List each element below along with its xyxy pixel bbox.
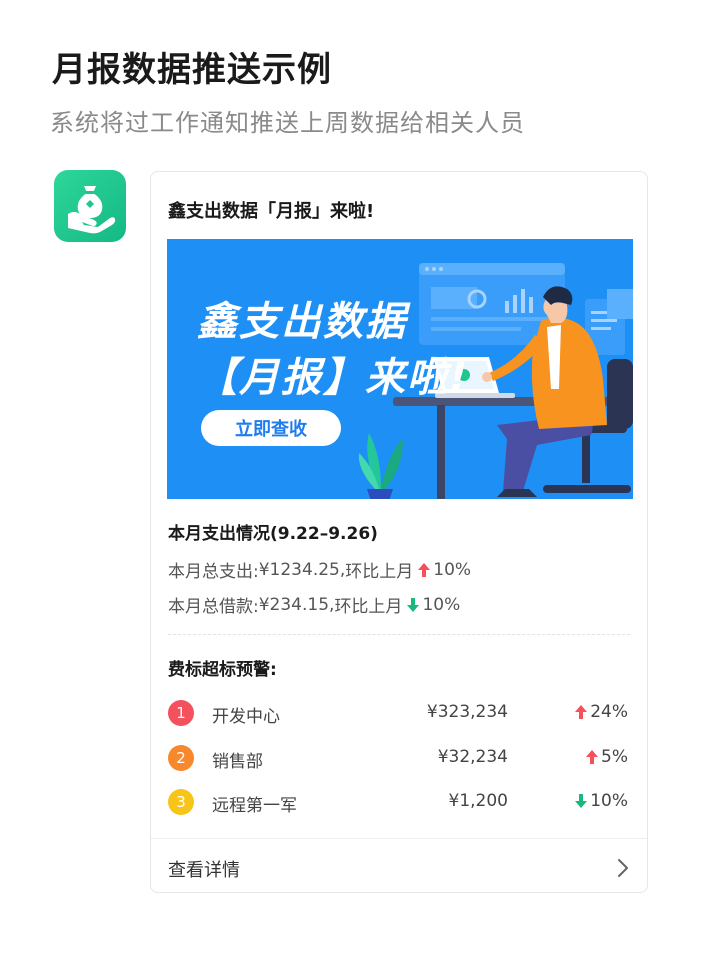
warning-row[interactable]: 3 远程第一军 ¥1,200 10% <box>151 787 649 817</box>
rank-badge: 3 <box>168 789 194 815</box>
warning-row[interactable]: 2 销售部 ¥32,234 5% <box>151 743 649 773</box>
notification-card[interactable]: 鑫支出数据「月报」来啦! 鑫支出数据 【月报】来啦! 立即查收 本月支出情况(9… <box>150 171 648 893</box>
warning-percent: 5% <box>581 747 628 767</box>
claim-now-button[interactable]: 立即查收 <box>201 410 341 446</box>
stat-compare: 环比上月 <box>345 562 414 582</box>
percent-value: 5% <box>601 747 628 767</box>
total-expense-row: 本月总支出: ¥1234.25, 环比上月 10% <box>168 557 472 583</box>
arrow-up-icon <box>575 705 588 719</box>
stat-percent: 10% <box>433 559 472 580</box>
rank-badge: 1 <box>168 700 194 726</box>
warning-percent: 10% <box>570 791 628 811</box>
page-title: 月报数据推送示例 <box>52 50 332 90</box>
warning-percent: 24% <box>570 702 628 722</box>
stat-amount: ¥234.15, <box>258 594 335 615</box>
chevron-right-icon[interactable] <box>617 858 629 878</box>
app-icon[interactable] <box>54 170 126 242</box>
stat-label: 本月总借款: <box>168 597 259 617</box>
overbudget-warning-title: 费标超标预警: <box>168 660 277 680</box>
warning-amount: ¥32,234 <box>437 747 508 767</box>
arrow-up-icon <box>586 750 599 764</box>
department-name: 远程第一军 <box>212 796 297 816</box>
stat-label: 本月总支出: <box>168 562 259 582</box>
money-bag-hand-icon <box>68 186 116 234</box>
banner-headline: 鑫支出数据 <box>197 299 407 345</box>
stat-percent: 10% <box>422 594 461 615</box>
promo-banner[interactable]: 鑫支出数据 【月报】来啦! 立即查收 <box>167 239 633 499</box>
department-name: 销售部 <box>212 752 263 772</box>
percent-value: 10% <box>590 791 628 811</box>
arrow-down-icon <box>407 597 420 612</box>
rank-badge: 2 <box>168 745 194 771</box>
total-loan-row: 本月总借款: ¥234.15, 环比上月 10% <box>168 592 461 618</box>
department-name: 开发中心 <box>212 707 280 727</box>
view-details-link[interactable]: 查看详情 <box>168 856 240 882</box>
percent-value: 24% <box>590 702 628 722</box>
monthly-summary-title: 本月支出情况(9.22–9.26) <box>168 524 378 544</box>
arrow-down-icon <box>575 794 588 808</box>
banner-subheadline: 【月报】来啦! <box>197 355 470 401</box>
warning-amount: ¥323,234 <box>426 702 508 722</box>
stat-amount: ¥1234.25, <box>258 559 346 580</box>
card-title: 鑫支出数据「月报」来啦! <box>168 201 375 222</box>
stat-compare: 环比上月 <box>334 597 403 617</box>
arrow-up-icon <box>418 562 431 577</box>
warning-amount: ¥1,200 <box>448 791 508 811</box>
page-subtitle: 系统将过工作通知推送上周数据给相关人员 <box>50 109 525 137</box>
footer-divider <box>151 838 647 839</box>
dashed-divider <box>168 634 630 635</box>
warning-row[interactable]: 1 开发中心 ¥323,234 24% <box>151 698 649 728</box>
